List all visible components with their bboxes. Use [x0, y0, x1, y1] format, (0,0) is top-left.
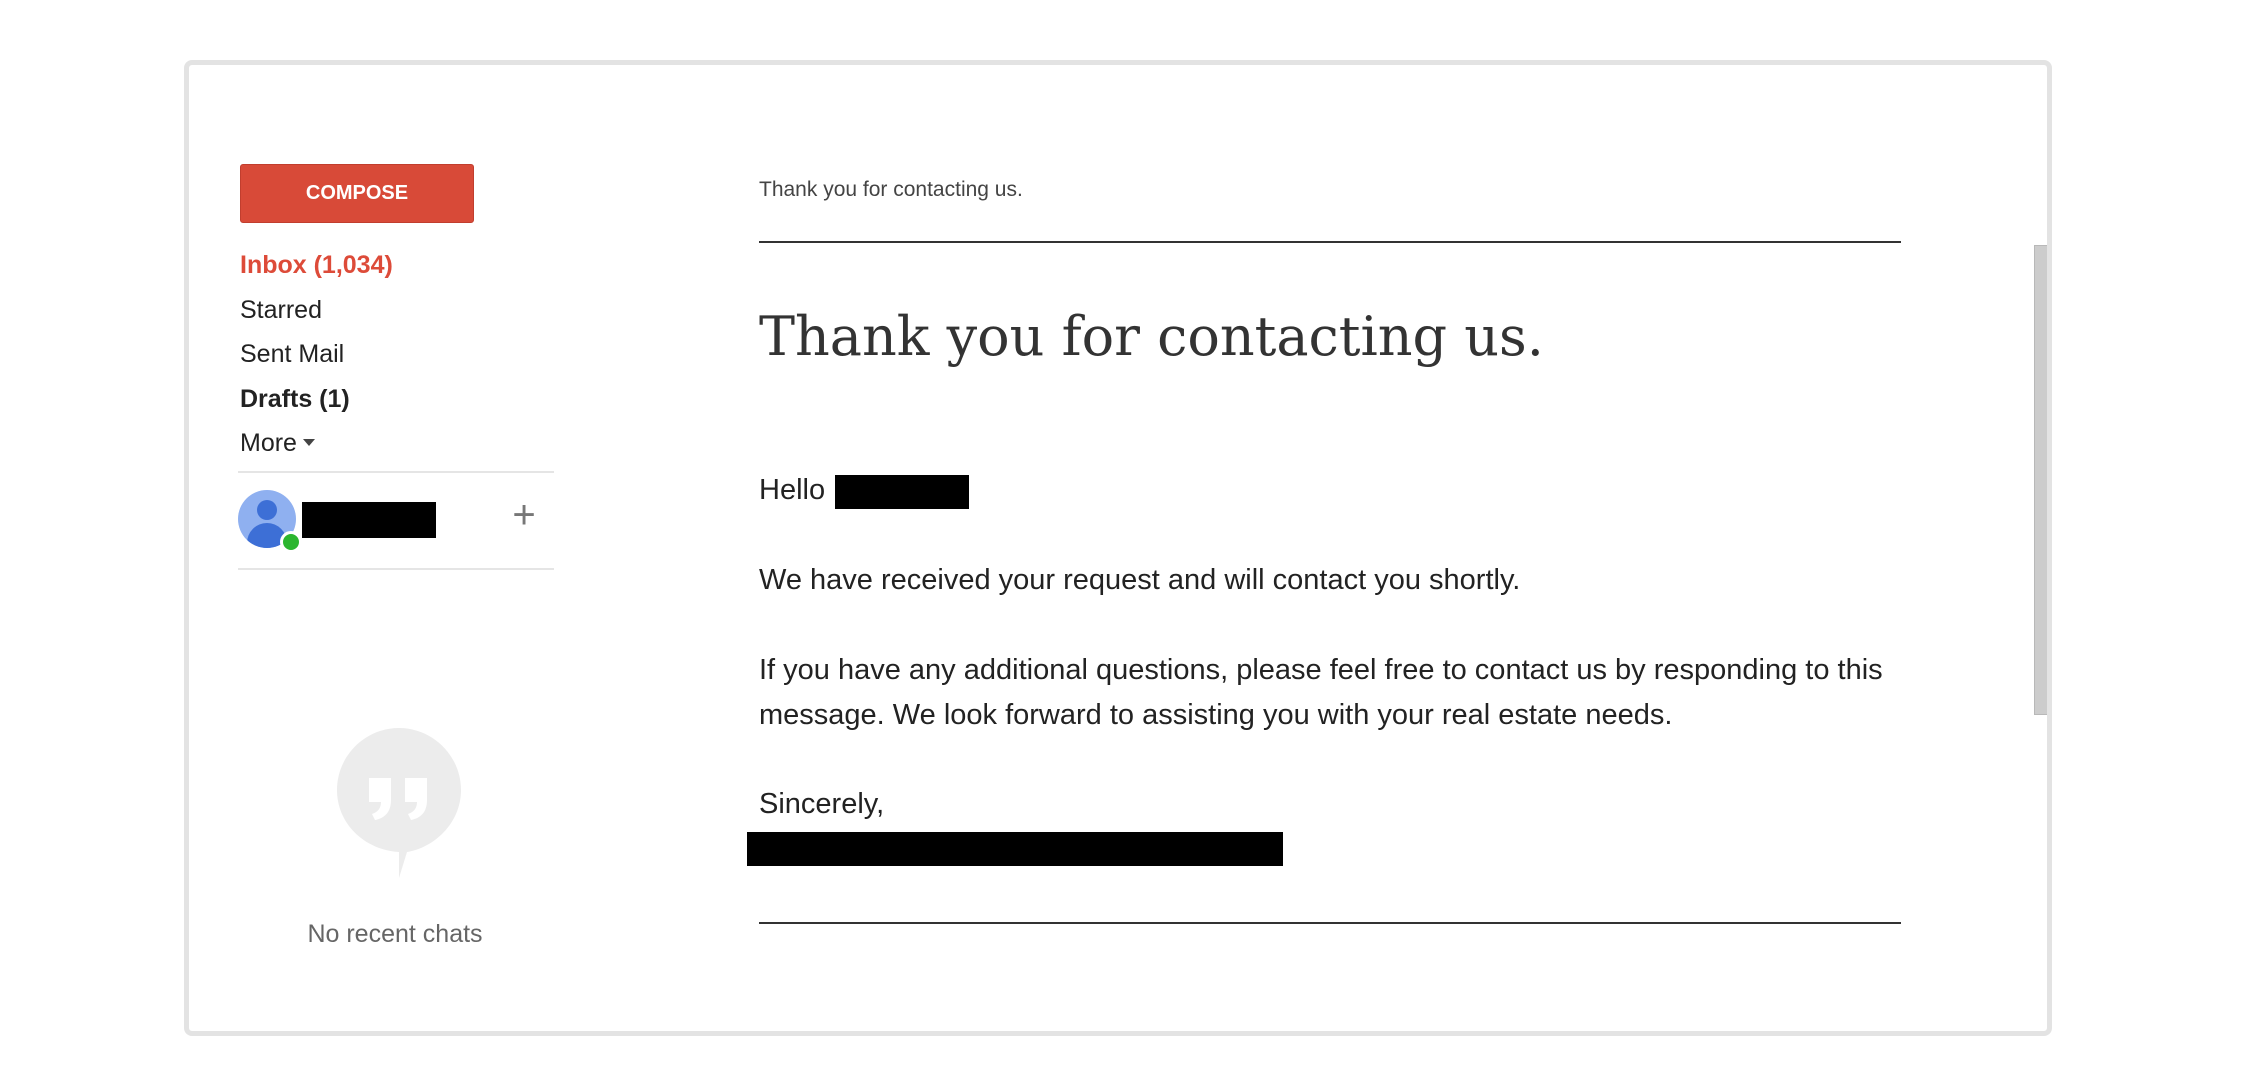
divider [238, 568, 554, 570]
mail-window: COMPOSE Inbox (1,034) Starred Sent Mail … [184, 60, 2052, 1036]
redacted-username [302, 502, 436, 538]
redacted-signature [747, 832, 1283, 866]
more-label: More [240, 429, 297, 457]
nav-item-more[interactable]: More [240, 421, 540, 466]
hangouts-user-row[interactable]: + [238, 487, 554, 553]
scrollbar-thumb[interactable] [2034, 245, 2047, 715]
folder-list: Inbox (1,034) Starred Sent Mail Drafts (… [240, 243, 540, 466]
email-subject: Thank you for contacting us. [759, 178, 1023, 201]
email-paragraph-2: If you have any additional questions, pl… [759, 654, 1883, 731]
redacted-recipient-name [835, 475, 969, 509]
email-bottom-rule [759, 922, 1901, 924]
email-paragraph-1: We have received your request and will c… [759, 564, 1521, 596]
nav-item-drafts[interactable]: Drafts (1) [240, 377, 540, 422]
nav-item-inbox[interactable]: Inbox (1,034) [240, 243, 540, 288]
caret-down-icon [302, 438, 315, 446]
greeting-text: Hello [759, 474, 826, 506]
email-top-rule [759, 241, 1901, 243]
nav-item-sent-mail[interactable]: Sent Mail [240, 332, 540, 377]
email-heading: Thank you for contacting us. [759, 305, 1544, 368]
email-closing: Sincerely, [759, 788, 885, 820]
compose-button[interactable]: COMPOSE [240, 164, 474, 223]
divider [238, 471, 554, 473]
add-contact-button[interactable]: + [506, 495, 542, 535]
online-status-icon [280, 531, 302, 553]
no-recent-chats-label: No recent chats [307, 920, 483, 948]
quote-bubble-icon [337, 728, 461, 878]
nav-item-starred[interactable]: Starred [240, 288, 540, 333]
